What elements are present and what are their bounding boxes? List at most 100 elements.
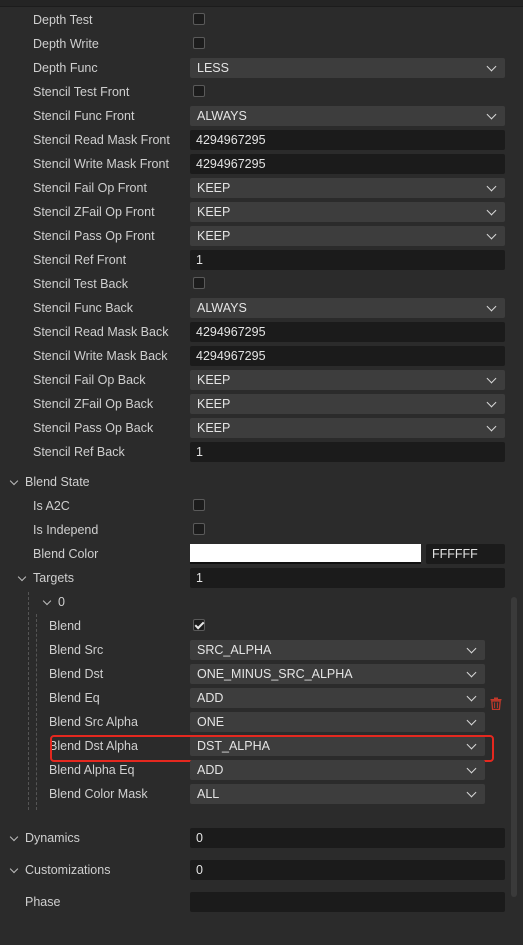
stencil-test-back-checkbox[interactable] [193, 277, 205, 289]
chevron-down-icon [466, 667, 477, 678]
stencil-ref-back-label: Stencil Ref Back [33, 445, 125, 459]
blend-alpha-eq-select[interactable]: ADD [190, 760, 485, 780]
stencil-zfail-op-back-value: KEEP [197, 397, 231, 411]
stencil-write-mask-front-value: 4294967295 [196, 157, 266, 171]
chevron-down-icon [466, 691, 477, 702]
trash-icon[interactable] [490, 697, 502, 710]
blend-eq-select[interactable]: ADD [190, 688, 485, 708]
customizations-count-value: 0 [196, 863, 203, 877]
depth-func-label: Depth Func [33, 61, 98, 75]
row-depth-write: Depth Write [0, 32, 523, 56]
depth-test-checkbox[interactable] [193, 13, 205, 25]
stencil-pass-op-front-label: Stencil Pass Op Front [33, 229, 155, 243]
depth-func-value: LESS [197, 61, 229, 75]
row-stencil-fail-op-back: Stencil Fail Op Back KEEP [0, 368, 523, 392]
blend-color-mask-label: Blend Color Mask [49, 787, 148, 801]
stencil-read-mask-back-label: Stencil Read Mask Back [33, 325, 169, 339]
row-stencil-zfail-op-back: Stencil ZFail Op Back KEEP [0, 392, 523, 416]
row-stencil-ref-back: Stencil Ref Back 1 [0, 440, 523, 464]
depth-func-select[interactable]: LESS [190, 58, 505, 78]
chevron-down-icon[interactable] [9, 864, 19, 874]
blend-dst-select[interactable]: ONE_MINUS_SRC_ALPHA [190, 664, 485, 684]
row-stencil-func-front: Stencil Func Front ALWAYS [0, 104, 523, 128]
stencil-func-back-label: Stencil Func Back [33, 301, 134, 315]
row-customizations: Customizations 0 [0, 858, 523, 882]
dynamics-count-input[interactable]: 0 [190, 828, 505, 848]
is-independ-checkbox[interactable] [193, 523, 205, 535]
blend-eq-value: ADD [197, 691, 224, 705]
stencil-pass-op-front-select[interactable]: KEEP [190, 226, 505, 246]
stencil-zfail-op-back-select[interactable]: KEEP [190, 394, 505, 414]
scrollbar[interactable] [511, 597, 517, 897]
stencil-zfail-op-front-label: Stencil ZFail Op Front [33, 205, 155, 219]
stencil-func-back-select[interactable]: ALWAYS [190, 298, 505, 318]
blend-src-select[interactable]: SRC_ALPHA [190, 640, 485, 660]
stencil-fail-op-front-select[interactable]: KEEP [190, 178, 505, 198]
blend-color-swatch[interactable] [190, 544, 421, 564]
chevron-down-icon[interactable] [9, 832, 19, 842]
depth-write-checkbox[interactable] [193, 37, 205, 49]
chevron-down-icon [486, 181, 497, 192]
targets-count-input[interactable]: 1 [190, 568, 505, 588]
stencil-read-mask-front-input[interactable]: 4294967295 [190, 130, 505, 150]
stencil-ref-front-input[interactable]: 1 [190, 250, 505, 270]
blend-color-label: Blend Color [33, 547, 99, 561]
blend-src-alpha-label: Blend Src Alpha [49, 715, 138, 729]
target-0-label: 0 [58, 595, 65, 609]
chevron-down-icon [486, 397, 497, 408]
is-a2c-checkbox[interactable] [193, 499, 205, 511]
row-blend-color: Blend Color FFFFFF [0, 542, 523, 566]
blend-color-hex-input[interactable]: FFFFFF [426, 544, 505, 564]
row-stencil-ref-front: Stencil Ref Front 1 [0, 248, 523, 272]
stencil-zfail-op-front-select[interactable]: KEEP [190, 202, 505, 222]
blend-src-value: SRC_ALPHA [197, 643, 272, 657]
blend-src-alpha-select[interactable]: ONE [190, 712, 485, 732]
chevron-down-icon [486, 421, 497, 432]
blend-dst-alpha-select[interactable]: DST_ALPHA [190, 736, 485, 756]
chevron-down-icon [466, 643, 477, 654]
chevron-down-icon[interactable] [17, 572, 27, 582]
blend-src-alpha-value: ONE [197, 715, 225, 729]
customizations-count-input[interactable]: 0 [190, 860, 505, 880]
chevron-down-icon[interactable] [9, 476, 19, 486]
stencil-ref-back-value: 1 [196, 445, 203, 459]
blend-color-mask-select[interactable]: ALL [190, 784, 485, 804]
chevron-down-icon [486, 205, 497, 216]
stencil-test-front-checkbox[interactable] [193, 85, 205, 97]
row-stencil-write-mask-front: Stencil Write Mask Front 4294967295 [0, 152, 523, 176]
row-depth-test: Depth Test [0, 8, 523, 32]
row-stencil-func-back: Stencil Func Back ALWAYS [0, 296, 523, 320]
row-stencil-read-mask-back: Stencil Read Mask Back 4294967295 [0, 320, 523, 344]
dynamics-count-value: 0 [196, 831, 203, 845]
stencil-func-front-select[interactable]: ALWAYS [190, 106, 505, 126]
blend-label: Blend [49, 619, 81, 633]
stencil-fail-op-back-label: Stencil Fail Op Back [33, 373, 146, 387]
chevron-down-icon[interactable] [42, 596, 52, 606]
is-a2c-label: Is A2C [33, 499, 70, 513]
target-0-header[interactable]: 0 [0, 590, 523, 614]
row-depth-func: Depth Func LESS [0, 56, 523, 80]
row-phase: Phase [0, 890, 523, 914]
phase-input[interactable] [190, 892, 505, 912]
stencil-pass-op-back-select[interactable]: KEEP [190, 418, 505, 438]
customizations-label: Customizations [25, 863, 111, 877]
blend-dst-alpha-label: Blend Dst Alpha [49, 739, 138, 753]
dynamics-label: Dynamics [25, 831, 80, 845]
blend-src-label: Blend Src [49, 643, 104, 657]
blend-state-header[interactable]: Blend State [0, 470, 523, 494]
blend-checkbox[interactable] [193, 619, 205, 631]
stencil-ref-back-input[interactable]: 1 [190, 442, 505, 462]
stencil-read-mask-front-label: Stencil Read Mask Front [33, 133, 170, 147]
depth-write-label: Depth Write [33, 37, 99, 51]
row-stencil-fail-op-front: Stencil Fail Op Front KEEP [0, 176, 523, 200]
row-blend-src-alpha: Blend Src Alpha ONE [0, 710, 523, 734]
stencil-write-mask-front-input[interactable]: 4294967295 [190, 154, 505, 174]
phase-label: Phase [25, 895, 61, 909]
stencil-fail-op-back-select[interactable]: KEEP [190, 370, 505, 390]
stencil-read-mask-back-input[interactable]: 4294967295 [190, 322, 505, 342]
stencil-write-mask-back-input[interactable]: 4294967295 [190, 346, 505, 366]
chevron-down-icon [466, 787, 477, 798]
row-stencil-pass-op-back: Stencil Pass Op Back KEEP [0, 416, 523, 440]
targets-count-value: 1 [196, 571, 203, 585]
row-stencil-pass-op-front: Stencil Pass Op Front KEEP [0, 224, 523, 248]
